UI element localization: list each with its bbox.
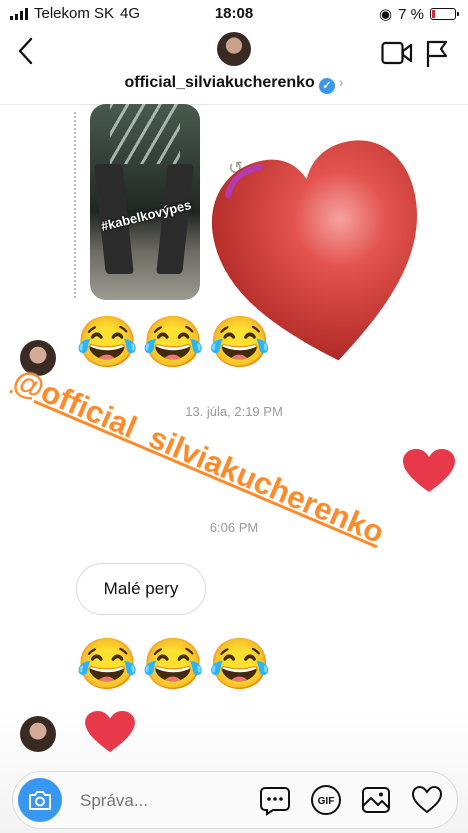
more-dots-icon[interactable]: [259, 784, 291, 816]
verified-badge-icon: ✓: [318, 78, 335, 94]
chevron-right-icon: ›: [338, 74, 344, 90]
chat-header: official_silviakucherenko ✓ ›: [0, 28, 468, 105]
heart-sticker-icon: [211, 140, 417, 361]
story-roof-image: [110, 104, 180, 164]
header-username: official_silviakucherenko: [124, 74, 315, 91]
status-bar: Telekom SK 4G 18:08 ◉ 7 %: [0, 0, 468, 28]
reply-thread-line: [74, 112, 76, 298]
flag-icon[interactable]: [425, 40, 449, 68]
battery-percent: 7 %: [398, 5, 424, 23]
message-input[interactable]: [78, 786, 242, 816]
heart-message-icon[interactable]: [84, 710, 136, 754]
heart-icon[interactable]: [411, 784, 443, 816]
gallery-icon[interactable]: [360, 784, 392, 816]
mention-sticker: @official_silviakucherenko: [8, 362, 390, 551]
heart-message-icon[interactable]: [402, 448, 456, 494]
camera-button[interactable]: [18, 778, 62, 822]
status-right: ◉ 7 %: [379, 5, 459, 23]
orientation-lock-icon: ◉: [379, 6, 393, 23]
video-camera-icon[interactable]: [381, 40, 413, 66]
message-bubble[interactable]: Malé pery: [76, 563, 206, 615]
battery-icon: [430, 8, 459, 20]
back-arrow-icon[interactable]: [14, 36, 38, 66]
gif-icon[interactable]: GIF: [310, 784, 342, 816]
sender-avatar[interactable]: [20, 716, 56, 752]
header-username-row[interactable]: official_silviakucherenko ✓ ›: [0, 74, 468, 94]
emoji-message[interactable]: 😂😂😂: [76, 636, 275, 692]
shared-story-thumbnail[interactable]: #kabelkovýpes: [90, 104, 200, 300]
header-avatar[interactable]: [217, 32, 251, 66]
camera-icon: [29, 791, 51, 810]
svg-text:GIF: GIF: [318, 796, 335, 807]
